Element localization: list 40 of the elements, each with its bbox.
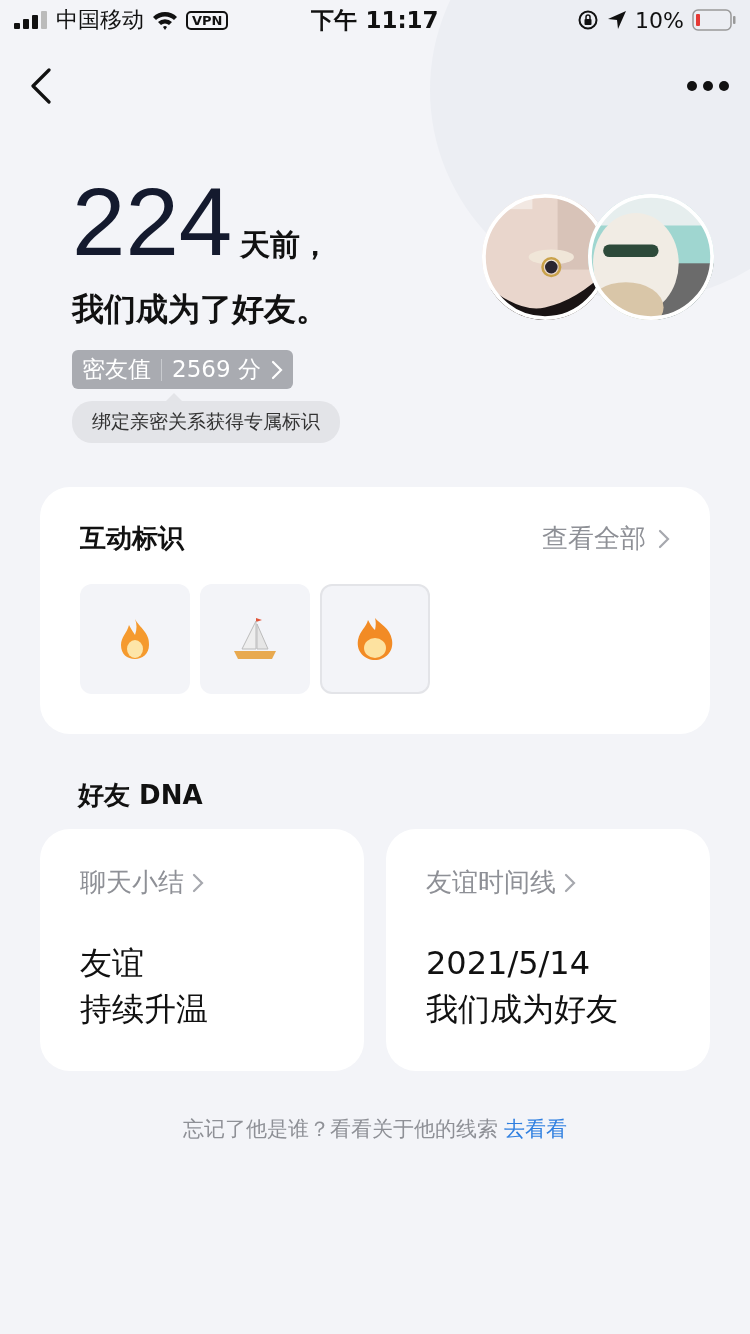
wifi-icon: [152, 10, 178, 30]
sailboat-icon: [232, 616, 278, 662]
tooltip: 绑定亲密关系获得专属标识: [72, 401, 340, 443]
battery-icon: [692, 9, 736, 31]
flame-icon: [118, 617, 152, 661]
status-time: 下午 11:17: [311, 5, 439, 35]
carrier-name: 中国移动: [56, 6, 144, 34]
card-title: 聊天小结: [80, 866, 184, 899]
badge-tile[interactable]: [320, 584, 430, 694]
friends-since-text: 我们成为了好友。: [72, 289, 329, 330]
view-all-link[interactable]: 查看全部: [542, 521, 670, 556]
intimacy-score-button[interactable]: 密友值 2569 分: [72, 350, 293, 389]
more-button[interactable]: [686, 80, 730, 92]
vpn-badge: VPN: [186, 10, 229, 30]
card-text: 2021/5/14: [426, 943, 592, 984]
chevron-icon: [192, 871, 204, 894]
back-button[interactable]: [30, 68, 52, 104]
badge-tile[interactable]: [200, 584, 310, 694]
days-count: 224: [72, 174, 233, 270]
card-text: 我们成为好友: [426, 989, 619, 1030]
hint-text: 忘记了他是谁？看看关于他的线索: [183, 1116, 498, 1143]
chevron-icon: [564, 871, 576, 894]
card-text: 友谊: [80, 943, 145, 984]
section-title: 互动标识: [80, 522, 184, 555]
badge-tile[interactable]: [80, 584, 190, 694]
dna-card[interactable]: 友谊时间线 2021/5/14 我们成为好友: [386, 829, 710, 1071]
location-arrow-icon: [607, 10, 628, 30]
go-see-link[interactable]: 去看看: [504, 1115, 567, 1143]
battery-percent: 10%: [635, 7, 684, 33]
section-title: 好友 DNA: [78, 779, 204, 812]
signal-icon: [14, 11, 48, 29]
more-icon: [686, 80, 730, 92]
rotation-lock-icon: [577, 9, 600, 31]
days-suffix: 天前，: [240, 226, 331, 264]
chevron-icon: [658, 527, 670, 550]
chevron-icon: [270, 359, 283, 380]
card-title: 友谊时间线: [426, 866, 556, 899]
dna-card[interactable]: 聊天小结 友谊 持续升温: [40, 829, 364, 1071]
back-icon: [30, 68, 52, 104]
card-text: 持续升温: [80, 989, 209, 1030]
